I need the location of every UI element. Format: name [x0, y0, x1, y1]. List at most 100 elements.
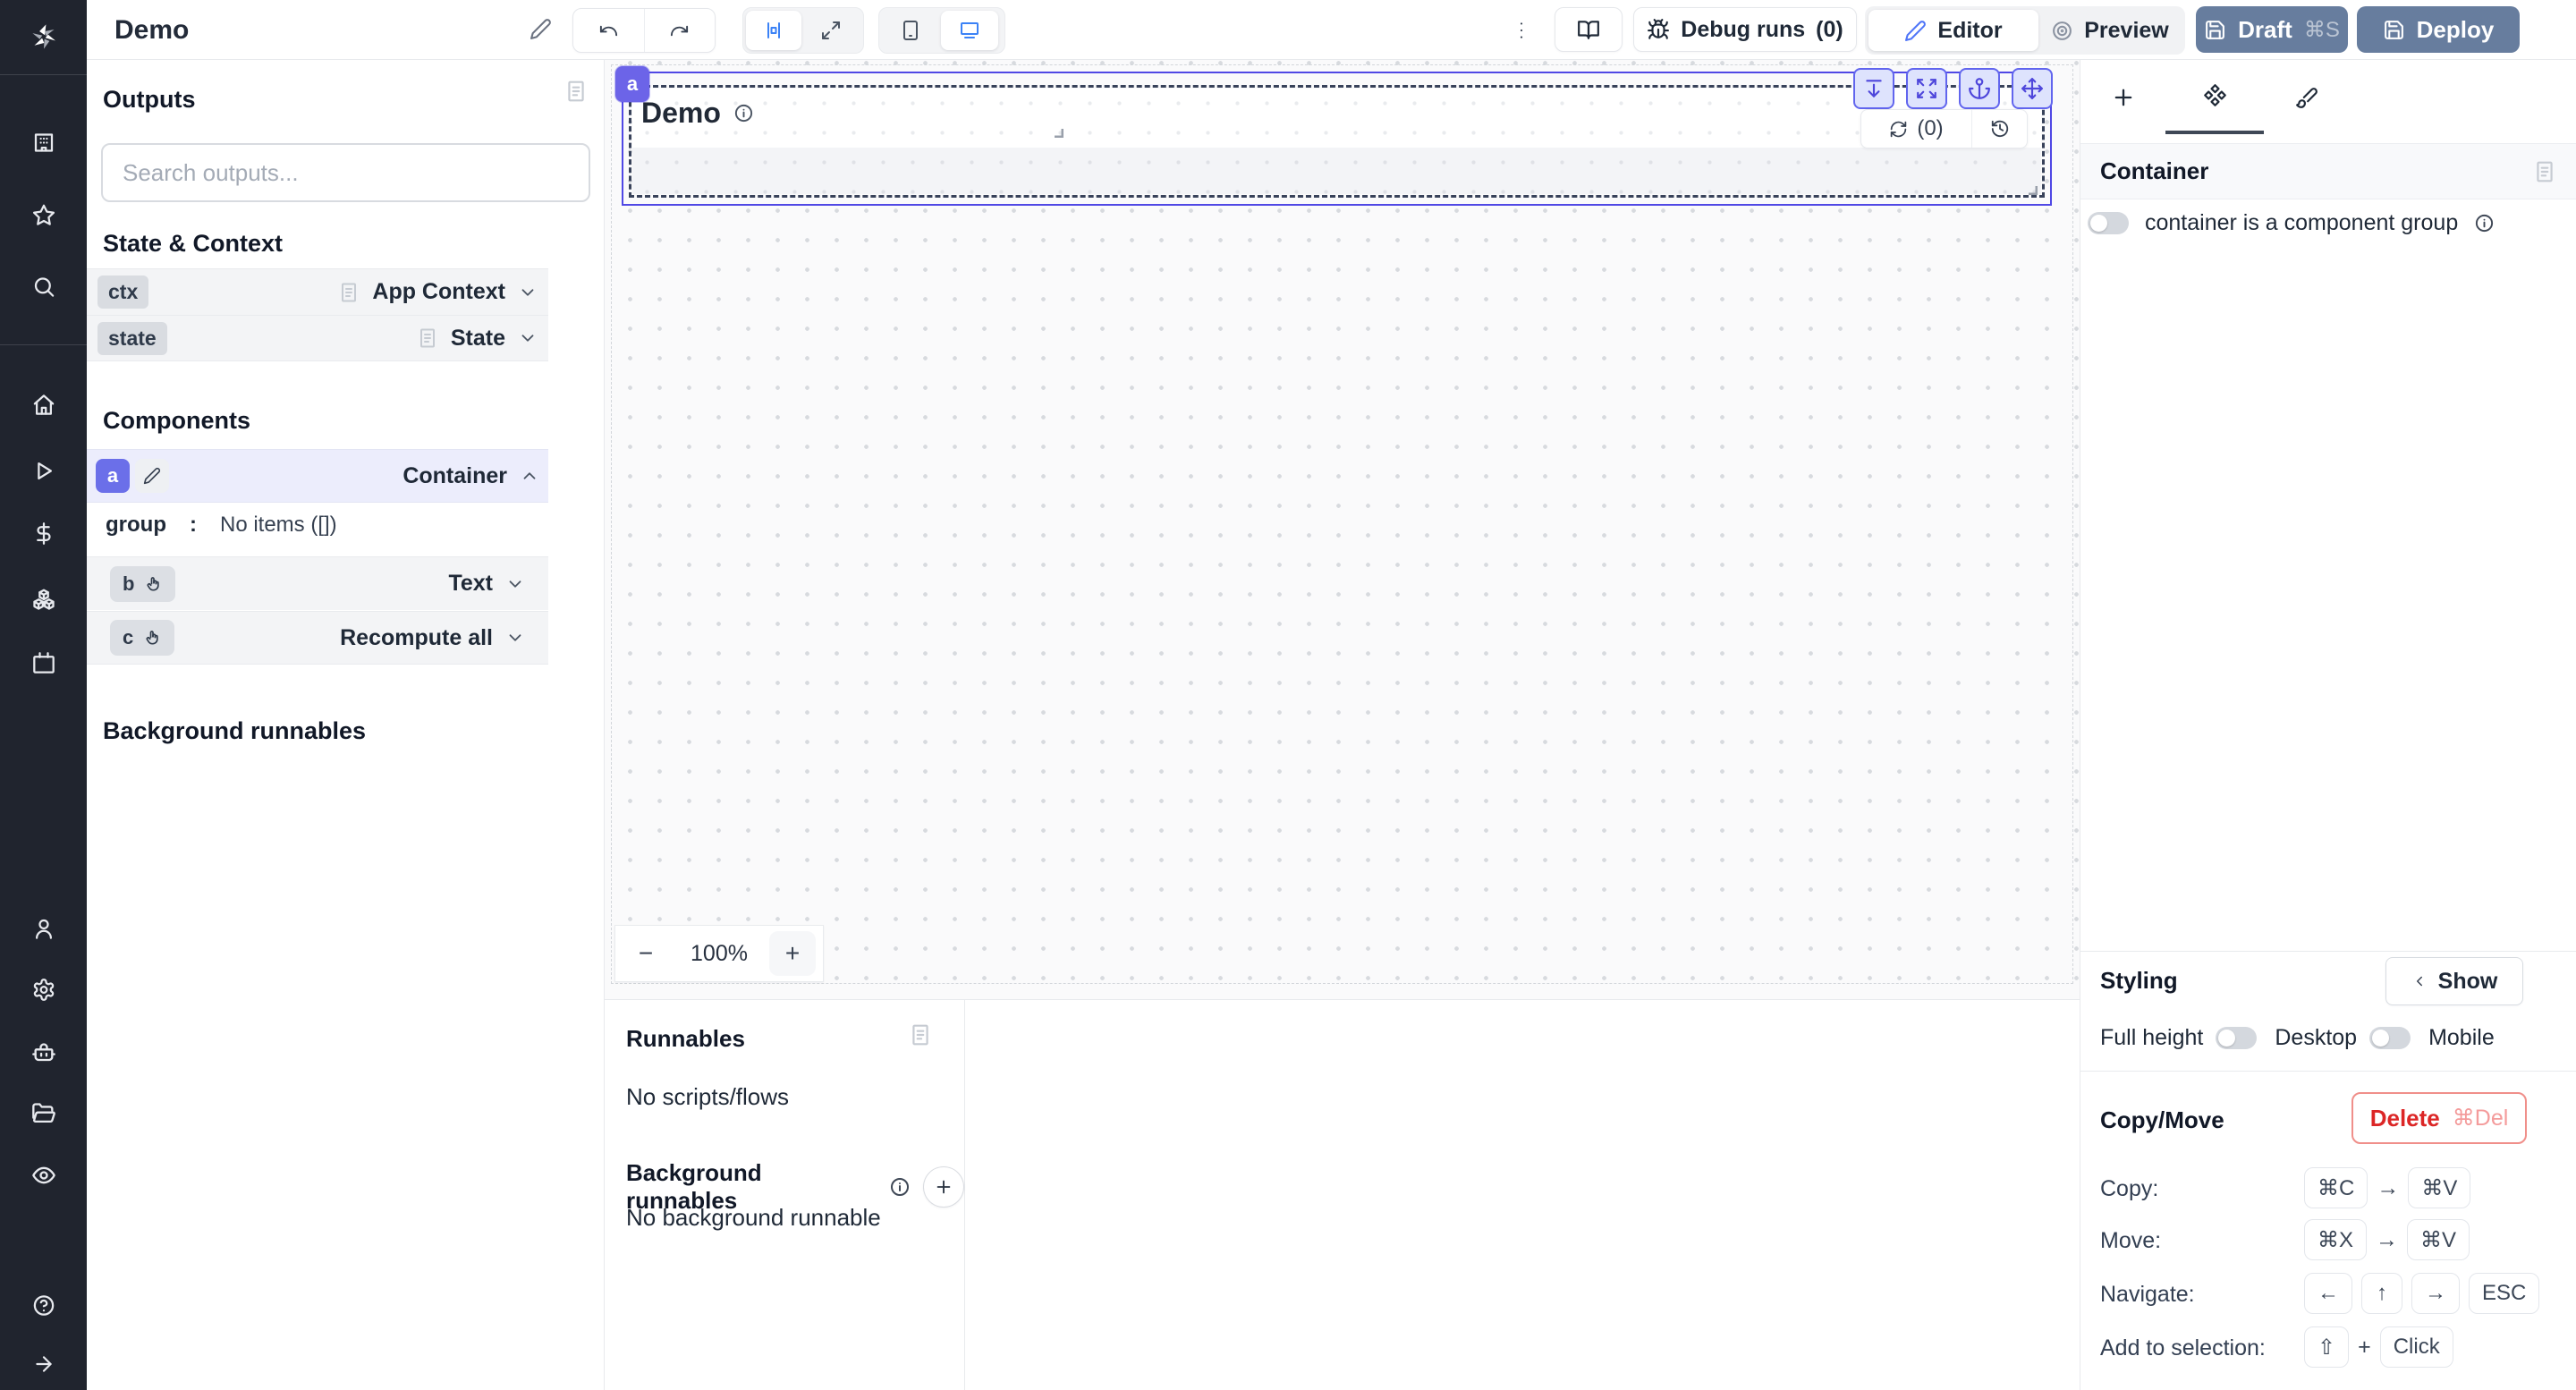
- mobile-icon: [900, 20, 921, 41]
- container-row-top: [632, 89, 2041, 148]
- save-icon: [2204, 19, 2226, 41]
- user-icon[interactable]: [31, 917, 55, 941]
- collapse-icon[interactable]: [32, 1352, 55, 1376]
- refresh-runs-button[interactable]: (0): [1861, 110, 1972, 148]
- selected-container-component[interactable]: a Demo: [622, 72, 2052, 206]
- chevron-down-icon[interactable]: [518, 328, 538, 348]
- debug-runs-count: (0): [1816, 17, 1843, 43]
- component-row-recompute[interactable]: c Recompute all: [87, 611, 548, 665]
- delete-shortcut: ⌘Del: [2453, 1105, 2509, 1131]
- tab-preview[interactable]: Preview: [2038, 10, 2182, 51]
- undo-button[interactable]: [573, 9, 644, 52]
- settings-panel: Container container is a component group…: [2080, 60, 2576, 1390]
- components-title: Components: [103, 407, 250, 435]
- info-icon[interactable]: [2474, 213, 2495, 233]
- doc-list-icon: [2533, 160, 2556, 183]
- text-component-demo[interactable]: Demo: [641, 97, 754, 130]
- help-icon[interactable]: [31, 1293, 55, 1318]
- component-c-badge: c: [123, 626, 133, 649]
- runnables-title: Runnables: [626, 1025, 745, 1053]
- add-background-runnable-button[interactable]: [923, 1166, 964, 1208]
- info-icon[interactable]: [733, 103, 754, 123]
- workspace-icon[interactable]: [31, 131, 55, 155]
- zoom-out-button[interactable]: −: [623, 931, 669, 976]
- favorites-icon[interactable]: [31, 203, 55, 227]
- debug-runs-button[interactable]: Debug runs (0): [1633, 7, 1857, 52]
- rename-component-button[interactable]: [135, 459, 169, 493]
- component-group-toggle[interactable]: [2088, 212, 2129, 234]
- delete-component-button[interactable]: Delete ⌘Del: [2351, 1092, 2527, 1144]
- search-outputs-input[interactable]: [101, 143, 590, 202]
- doc-list-icon: [909, 1023, 932, 1047]
- schedules-icon[interactable]: [31, 651, 55, 675]
- move-button[interactable]: [2012, 68, 2053, 109]
- ctx-row[interactable]: ctx App Context: [87, 268, 548, 315]
- component-row-container[interactable]: a Container: [87, 449, 548, 503]
- expand-down-button[interactable]: [1853, 68, 1894, 109]
- audit-icon[interactable]: [31, 1163, 56, 1188]
- background-runnables-empty: No background runnable: [626, 1204, 881, 1232]
- chevron-down-icon[interactable]: [518, 283, 538, 302]
- delete-label: Delete: [2370, 1105, 2440, 1132]
- kebab-menu-icon[interactable]: [1510, 19, 1533, 42]
- arrow-text: →: [2377, 1175, 2399, 1201]
- anchor-button[interactable]: [1959, 68, 2000, 109]
- info-icon[interactable]: [889, 1176, 911, 1198]
- home-icon[interactable]: [31, 393, 55, 417]
- align-center-icon: [763, 20, 784, 41]
- docs-button[interactable]: [1555, 7, 1623, 52]
- draft-button[interactable]: Draft ⌘S: [2196, 6, 2348, 53]
- chevron-down-icon[interactable]: [505, 574, 525, 594]
- tab-component-settings[interactable]: [2165, 60, 2264, 134]
- full-width-button[interactable]: [803, 11, 859, 50]
- zoom-in-button[interactable]: +: [769, 931, 816, 976]
- edit-title-icon[interactable]: [530, 18, 552, 40]
- variables-icon[interactable]: [31, 521, 55, 546]
- editor-label: Editor: [1937, 18, 2002, 44]
- redo-button[interactable]: [644, 9, 716, 52]
- kbd-cmd-c: ⌘C: [2304, 1167, 2368, 1208]
- arrow-text: →: [2376, 1227, 2398, 1253]
- group-value: No items ([]): [220, 513, 337, 538]
- inspector-tabs: [2080, 60, 2576, 134]
- draft-label: Draft: [2238, 16, 2292, 44]
- runs-history-button[interactable]: [1972, 110, 2027, 148]
- mobile-view-button[interactable]: [882, 11, 939, 50]
- styling-title: Styling: [2100, 967, 2178, 995]
- component-a-badge: a: [96, 459, 130, 493]
- fullscreen-button[interactable]: [1906, 68, 1947, 109]
- workers-icon[interactable]: [31, 1041, 56, 1066]
- runnables-list: Runnables No scripts/flows Background ru…: [605, 1000, 965, 1390]
- kbd-cmd-x: ⌘X: [2304, 1219, 2367, 1260]
- desktop-icon: [959, 20, 980, 41]
- folders-icon[interactable]: [31, 1101, 56, 1126]
- state-row[interactable]: state State: [87, 315, 548, 361]
- component-type-header: Container: [2080, 143, 2576, 199]
- brush-icon: [2295, 86, 2318, 109]
- search-icon[interactable]: [31, 275, 55, 299]
- plus-icon: [934, 1177, 953, 1197]
- runs-icon[interactable]: [31, 459, 55, 483]
- full-height-mobile-toggle[interactable]: [2369, 1027, 2411, 1049]
- settings-icon[interactable]: [31, 978, 55, 1002]
- deploy-button[interactable]: Deploy: [2357, 6, 2520, 53]
- resize-handle[interactable]: [1053, 127, 1063, 138]
- app-canvas[interactable]: a Demo (0) − 1: [605, 60, 2080, 999]
- add-selection-label: Add to selection:: [2100, 1335, 2266, 1361]
- chevron-up-icon[interactable]: [520, 466, 539, 486]
- kbd-arrow-up: ↑: [2361, 1273, 2402, 1314]
- tab-global-styling[interactable]: [2264, 60, 2349, 134]
- deploy-label: Deploy: [2417, 16, 2495, 44]
- pencil-icon: [143, 467, 161, 485]
- styling-show-button[interactable]: Show: [2385, 957, 2523, 1005]
- component-row-text[interactable]: b Text: [87, 556, 548, 610]
- tab-editor[interactable]: Editor: [1868, 10, 2038, 51]
- center-layout-button[interactable]: [746, 11, 801, 50]
- tab-insert-component[interactable]: [2080, 60, 2165, 134]
- resize-handle[interactable]: [2027, 184, 2038, 195]
- resources-icon[interactable]: [31, 587, 56, 612]
- full-height-desktop-toggle[interactable]: [2216, 1027, 2257, 1049]
- chevron-down-icon[interactable]: [505, 628, 525, 648]
- windmill-logo[interactable]: [25, 18, 63, 55]
- desktop-view-button[interactable]: [941, 11, 998, 50]
